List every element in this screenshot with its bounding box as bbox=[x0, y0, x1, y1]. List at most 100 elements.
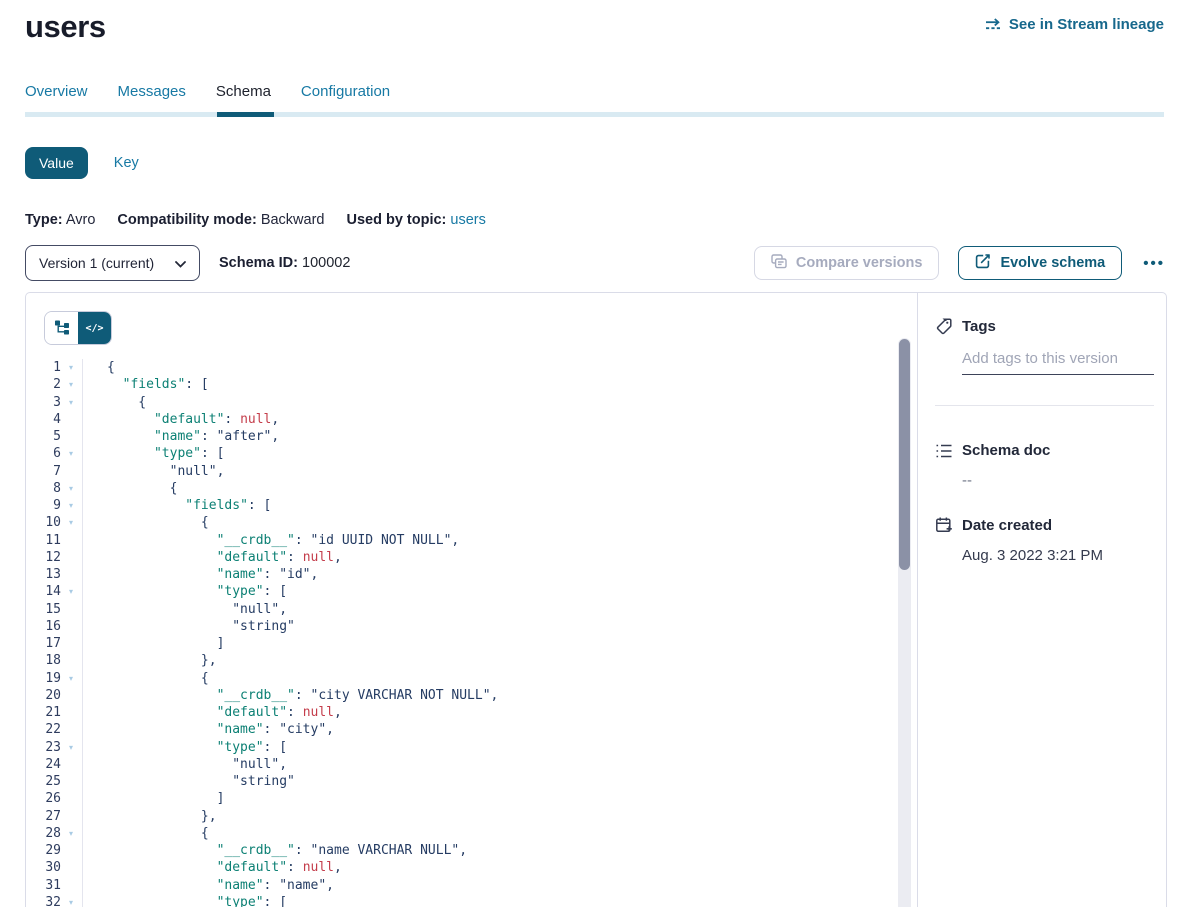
fold-toggle-icon[interactable]: ▾ bbox=[61, 376, 81, 393]
code-line[interactable]: "string" bbox=[107, 773, 917, 790]
code-line[interactable]: "string" bbox=[107, 618, 917, 635]
fold-toggle-icon[interactable]: ▾ bbox=[61, 480, 81, 497]
gutter-row: 15 bbox=[26, 601, 82, 618]
gutter-row: 3▾ bbox=[26, 394, 82, 411]
line-number: 24 bbox=[26, 756, 61, 773]
value-toggle-button[interactable]: Value bbox=[25, 147, 88, 179]
topic-link[interactable]: users bbox=[450, 212, 485, 228]
schema-type: Type: Avro bbox=[25, 212, 95, 228]
fold-toggle-icon[interactable]: ▾ bbox=[61, 497, 81, 514]
code-line[interactable]: "type": [ bbox=[107, 739, 917, 756]
compare-versions-button[interactable]: Compare versions bbox=[754, 246, 940, 280]
fold-toggle-icon[interactable]: ▾ bbox=[61, 394, 81, 411]
tab-schema[interactable]: Schema bbox=[216, 83, 271, 100]
version-select[interactable]: Version 1 (current) bbox=[25, 245, 200, 281]
code-line[interactable]: "type": [ bbox=[107, 445, 917, 462]
line-number: 30 bbox=[26, 859, 61, 876]
code-line[interactable]: "type": [ bbox=[107, 583, 917, 600]
code-line[interactable]: }, bbox=[107, 808, 917, 825]
line-number: 6 bbox=[26, 445, 61, 462]
line-number: 3 bbox=[26, 394, 61, 411]
tab-messages[interactable]: Messages bbox=[118, 83, 186, 100]
gutter-row: 32▾ bbox=[26, 894, 82, 907]
schema-doc-title: Schema doc bbox=[962, 442, 1050, 459]
compare-icon bbox=[771, 254, 787, 273]
code-view-button[interactable]: </> bbox=[78, 312, 111, 344]
code-line[interactable]: "null", bbox=[107, 756, 917, 773]
code-line[interactable]: "__crdb__": "city VARCHAR NOT NULL", bbox=[107, 687, 917, 704]
code-line[interactable]: "type": [ bbox=[107, 894, 917, 907]
stream-lineage-link[interactable]: See in Stream lineage bbox=[985, 16, 1164, 33]
date-created-header: Date created bbox=[935, 516, 1154, 534]
code-line[interactable]: "default": null, bbox=[107, 859, 917, 876]
chevron-down-icon bbox=[175, 255, 186, 271]
fold-toggle-icon[interactable]: ▾ bbox=[61, 583, 81, 600]
tab-overview[interactable]: Overview bbox=[25, 83, 88, 100]
code-line[interactable]: { bbox=[107, 480, 917, 497]
code-line[interactable]: ] bbox=[107, 790, 917, 807]
more-options-button[interactable]: ••• bbox=[1141, 255, 1167, 272]
code-line[interactable]: "name": "after", bbox=[107, 428, 917, 445]
code-content[interactable]: { "fields": [ { "default": null, "name":… bbox=[83, 359, 917, 907]
gutter-row: 23▾ bbox=[26, 739, 82, 756]
editor-scrollbar-thumb[interactable] bbox=[899, 339, 910, 570]
fold-toggle-icon[interactable]: ▾ bbox=[61, 359, 81, 376]
fold-toggle-icon[interactable]: ▾ bbox=[61, 670, 81, 687]
fold-toggle-icon[interactable]: ▾ bbox=[61, 445, 81, 462]
line-number: 5 bbox=[26, 428, 61, 445]
line-number: 21 bbox=[26, 704, 61, 721]
schema-doc-value: -- bbox=[962, 472, 1154, 489]
tags-header: Tags bbox=[935, 317, 1154, 335]
compatibility-mode-label: Compatibility mode: bbox=[117, 212, 256, 228]
code-line[interactable]: { bbox=[107, 359, 917, 376]
tab-configuration[interactable]: Configuration bbox=[301, 83, 390, 100]
code-line[interactable]: }, bbox=[107, 652, 917, 669]
schema-id-value: 100002 bbox=[302, 255, 350, 271]
code-line[interactable]: "name": "id", bbox=[107, 566, 917, 583]
version-bar: Version 1 (current) Schema ID: 100002 Co… bbox=[25, 245, 1167, 281]
code-line[interactable]: { bbox=[107, 394, 917, 411]
code-line[interactable]: "name": "name", bbox=[107, 877, 917, 894]
fold-toggle-icon[interactable]: ▾ bbox=[61, 894, 81, 907]
code-line[interactable]: "default": null, bbox=[107, 704, 917, 721]
gutter-row: 16 bbox=[26, 618, 82, 635]
stream-lineage-label: See in Stream lineage bbox=[1009, 16, 1164, 33]
fold-toggle-icon[interactable]: ▾ bbox=[61, 825, 81, 842]
gutter-row: 22 bbox=[26, 721, 82, 738]
editor-scrollbar[interactable] bbox=[898, 338, 911, 907]
date-created-section: Date created Aug. 3 2022 3:21 PM bbox=[935, 516, 1154, 564]
evolve-schema-label: Evolve schema bbox=[1000, 255, 1105, 271]
code-line[interactable]: { bbox=[107, 825, 917, 842]
code-line[interactable]: "null", bbox=[107, 601, 917, 618]
line-number: 2 bbox=[26, 376, 61, 393]
key-toggle-button[interactable]: Key bbox=[114, 155, 139, 171]
code-line[interactable]: { bbox=[107, 514, 917, 531]
code-line[interactable]: "name": "city", bbox=[107, 721, 917, 738]
tree-view-button[interactable] bbox=[45, 312, 78, 344]
code-line[interactable]: { bbox=[107, 670, 917, 687]
gutter-row: 24 bbox=[26, 756, 82, 773]
used-by-topic: Used by topic: users bbox=[346, 212, 485, 228]
code-line[interactable]: "default": null, bbox=[107, 411, 917, 428]
code-line[interactable]: "null", bbox=[107, 463, 917, 480]
line-number: 10 bbox=[26, 514, 61, 531]
add-tags-input[interactable] bbox=[962, 348, 1154, 375]
code-line[interactable]: "default": null, bbox=[107, 549, 917, 566]
fold-toggle-icon[interactable]: ▾ bbox=[61, 514, 81, 531]
tabs: Overview Messages Schema Configuration bbox=[0, 83, 1189, 100]
code-line[interactable]: "__crdb__": "id UUID NOT NULL", bbox=[107, 532, 917, 549]
code-line[interactable]: "__crdb__": "name VARCHAR NULL", bbox=[107, 842, 917, 859]
gutter-row: 21 bbox=[26, 704, 82, 721]
gutter-row: 31 bbox=[26, 877, 82, 894]
line-number: 7 bbox=[26, 463, 61, 480]
code-line[interactable]: ] bbox=[107, 635, 917, 652]
gutter-row: 29 bbox=[26, 842, 82, 859]
schema-type-value: Avro bbox=[66, 212, 96, 228]
fold-toggle-icon[interactable]: ▾ bbox=[61, 739, 81, 756]
gutter-row: 18 bbox=[26, 652, 82, 669]
compatibility-mode: Compatibility mode: Backward bbox=[117, 212, 324, 228]
code-line[interactable]: "fields": [ bbox=[107, 376, 917, 393]
evolve-schema-button[interactable]: Evolve schema bbox=[958, 246, 1122, 280]
code-line[interactable]: "fields": [ bbox=[107, 497, 917, 514]
active-tab-indicator bbox=[217, 112, 274, 117]
